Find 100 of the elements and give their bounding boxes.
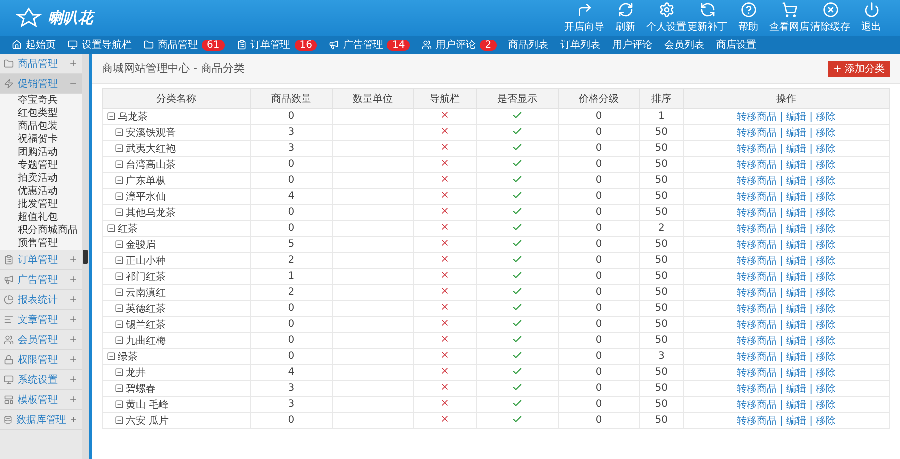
collapse-icon[interactable]	[115, 272, 124, 281]
category-name: 安溪铁观音	[126, 126, 176, 140]
toolbar-button[interactable]: 开店向导	[564, 2, 605, 34]
table-cell: 3	[640, 348, 684, 364]
table-cell: 0	[558, 380, 640, 396]
nav-link[interactable]: 商品列表	[508, 38, 549, 52]
collapse-icon[interactable]	[115, 304, 124, 313]
nav-link[interactable]: 订单列表	[560, 38, 601, 52]
table-cell: 2	[250, 252, 332, 268]
collapse-handle[interactable]	[83, 250, 88, 264]
table-cell: 0	[250, 172, 332, 188]
collapse-icon[interactable]	[115, 320, 124, 329]
category-name: 漳平水仙	[126, 190, 166, 204]
nav-link[interactable]: 起始页	[12, 38, 56, 52]
table-cell: 1	[640, 108, 684, 124]
arrow-icon	[576, 2, 592, 18]
sidebar-item[interactable]: 祝福贺卡	[0, 133, 82, 146]
nav-link[interactable]: 订单管理 16	[236, 38, 318, 52]
category-name: 正山小种	[126, 254, 166, 268]
power-icon	[864, 2, 880, 18]
sidebar-item[interactable]: 预售管理	[0, 237, 82, 250]
toolbar-button[interactable]: 个人设置	[646, 2, 687, 34]
toolbar-button[interactable]: 清除缓存	[810, 2, 851, 34]
nav-link[interactable]: 设置导航栏	[68, 38, 132, 52]
nav-link[interactable]: 广告管理 14	[329, 38, 410, 52]
table-cell: 0	[558, 124, 640, 140]
collapse-icon[interactable]	[115, 240, 124, 249]
nav-link[interactable]: 用户评论	[612, 38, 653, 52]
collapse-icon[interactable]	[115, 144, 124, 153]
column-header: 分类名称	[102, 88, 251, 108]
table-cell: 0	[250, 332, 332, 348]
table-cell: 0	[558, 284, 640, 300]
toolbar-button[interactable]: 帮助	[728, 2, 769, 34]
nav-link[interactable]: 商店设置	[716, 38, 757, 52]
sidebar-item[interactable]: 团购活动	[0, 146, 82, 159]
collapse-icon[interactable]	[115, 416, 124, 425]
users-icon	[422, 40, 432, 50]
plus-icon	[69, 395, 78, 404]
nav-link[interactable]: 会员列表	[664, 38, 705, 52]
collapse-icon[interactable]	[107, 112, 116, 121]
column-header: 数量单位	[332, 88, 414, 108]
collapse-icon[interactable]	[115, 128, 124, 137]
table-cell: 0	[558, 140, 640, 156]
collapse-icon[interactable]	[115, 256, 124, 265]
table-cell: 50	[640, 332, 684, 348]
table-cell: 50	[640, 188, 684, 204]
table-cell: 50	[640, 380, 684, 396]
table-cell: 5	[250, 236, 332, 252]
collapse-icon[interactable]	[115, 176, 124, 185]
collapse-icon[interactable]	[115, 336, 124, 345]
collapse-icon[interactable]	[115, 160, 124, 169]
table-cell: 50	[640, 300, 684, 316]
nav-link[interactable]: 用户评论 2	[422, 38, 497, 52]
collapse-icon[interactable]	[115, 288, 124, 297]
collapse-icon[interactable]	[107, 224, 116, 233]
collapse-icon[interactable]	[115, 368, 124, 377]
category-name: 祁门红茶	[126, 270, 166, 284]
table-cell: 0	[250, 316, 332, 332]
sidebar-item[interactable]: 商品包装	[0, 120, 82, 133]
sidebar-item[interactable]: 优惠活动	[0, 185, 82, 198]
plus-icon	[69, 335, 78, 344]
toolbar-button[interactable]: 更新补丁	[687, 2, 728, 34]
collapse-icon[interactable]	[115, 192, 124, 201]
category-name: 金骏眉	[126, 238, 156, 252]
collapse-icon[interactable]	[107, 352, 116, 361]
toolbar-button[interactable]: 退出	[851, 2, 892, 34]
sidebar-item[interactable]: 超值礼包	[0, 211, 82, 224]
category-name: 龙井	[126, 366, 146, 380]
sidebar-item[interactable]: 夺宝奇兵	[0, 94, 82, 107]
collapse-icon[interactable]	[115, 384, 124, 393]
sidebar-item[interactable]: 专题管理	[0, 159, 82, 172]
category-name: 英德红茶	[126, 302, 166, 316]
toolbar-button[interactable]: 查看网店	[769, 2, 810, 34]
sidebar-item[interactable]: 积分商城商品	[0, 224, 82, 237]
folder-icon	[144, 40, 154, 50]
refresh-icon	[618, 2, 634, 18]
table-cell: 0	[558, 348, 640, 364]
cart-icon	[782, 2, 798, 18]
count-badge: 14	[387, 40, 410, 50]
collapse-icon[interactable]	[115, 400, 124, 409]
plus-icon	[69, 355, 78, 364]
toolbar-button[interactable]: 刷新	[605, 2, 646, 34]
table-cell: 0	[558, 172, 640, 188]
collapse-icon[interactable]	[115, 208, 124, 217]
monitor-icon	[4, 374, 14, 384]
category-name: 其他乌龙茶	[126, 206, 176, 220]
table-cell: 0	[250, 300, 332, 316]
sidebar-group[interactable]: 促销管理	[0, 74, 82, 94]
table-cell: 0	[250, 348, 332, 364]
table-cell: 0	[558, 412, 640, 428]
category-name: 云南滇红	[126, 286, 166, 300]
sidebar-item[interactable]: 批发管理	[0, 198, 82, 211]
table-cell: 0	[558, 188, 640, 204]
sidebar-item[interactable]: 红包类型	[0, 107, 82, 120]
lightning-icon	[4, 78, 14, 88]
nav-link[interactable]: 商品管理 61	[144, 38, 225, 52]
table-cell: 0	[250, 412, 332, 428]
table-cell: 50	[640, 172, 684, 188]
add-category-button[interactable]: + 添加分类	[828, 60, 890, 76]
sidebar-item[interactable]: 拍卖活动	[0, 172, 82, 185]
